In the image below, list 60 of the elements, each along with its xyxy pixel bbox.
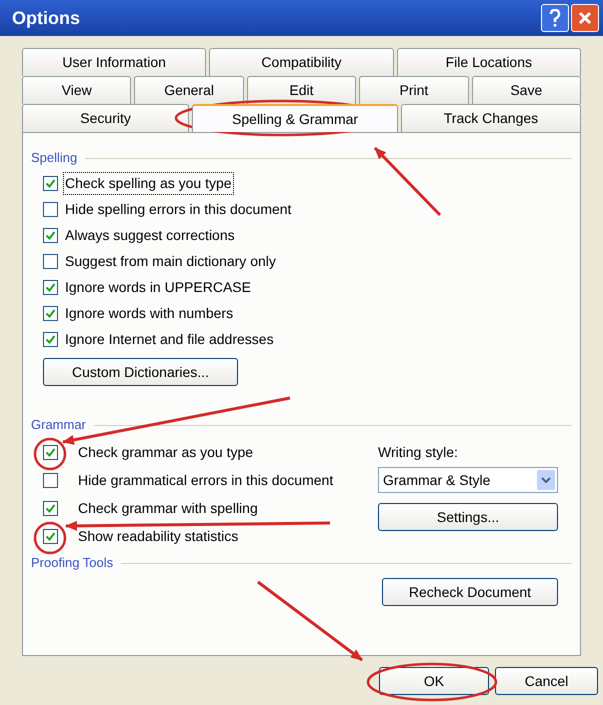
dialog-button[interactable]: Recheck Document — [382, 578, 558, 606]
tab[interactable]: Print — [359, 76, 469, 104]
checkbox[interactable] — [43, 306, 58, 320]
dialog-button[interactable]: Settings... — [378, 503, 558, 531]
checkbox-label[interactable]: Suggest from main dictionary only — [63, 250, 278, 272]
checkbox-label[interactable]: Check grammar as you type — [76, 440, 256, 464]
checkbox[interactable] — [43, 444, 58, 460]
close-button[interactable] — [571, 4, 599, 32]
checkmark-icon — [45, 502, 56, 514]
tab[interactable]: Compatibility — [209, 48, 394, 76]
checkbox[interactable] — [43, 528, 58, 544]
help-icon — [549, 9, 561, 27]
tab[interactable]: General — [134, 76, 244, 104]
section-heading: Spelling — [31, 149, 78, 168]
tab[interactable]: Spelling & Grammar — [192, 104, 398, 132]
checkmark-icon — [45, 282, 56, 292]
close-icon — [578, 11, 592, 25]
tab[interactable]: User Information — [22, 48, 206, 76]
checkmark-icon — [45, 178, 56, 188]
section-heading: Proofing Tools — [31, 554, 114, 572]
checkbox-label[interactable]: Always suggest corrections — [63, 224, 237, 246]
checkbox-label[interactable]: Hide grammatical errors in this document — [76, 468, 336, 492]
checkmark-icon — [45, 530, 56, 542]
checkbox-label[interactable]: Show readability statistics — [76, 524, 240, 548]
writing-style-dropdown[interactable]: Grammar & Style — [378, 467, 558, 493]
dialog-button[interactable]: Cancel — [495, 667, 598, 695]
field-label: Writing style: — [378, 443, 459, 462]
tab[interactable]: Security — [22, 104, 190, 132]
checkmark-icon — [45, 230, 56, 240]
checkbox[interactable] — [43, 254, 58, 268]
checkbox-label[interactable]: Ignore words with numbers — [63, 302, 236, 324]
checkmark-icon — [45, 446, 56, 458]
annotation-arrow — [374, 146, 442, 216]
window-title: Options — [12, 6, 81, 30]
checkbox[interactable] — [43, 332, 58, 346]
checkbox[interactable] — [43, 280, 58, 294]
checkbox-label[interactable]: Hide spelling errors in this document — [63, 198, 294, 220]
tab[interactable]: Save — [472, 76, 581, 104]
dialog-button[interactable]: Custom Dictionaries... — [43, 358, 238, 386]
checkbox[interactable] — [43, 500, 58, 516]
checkbox[interactable] — [43, 228, 58, 242]
annotation-circle — [34, 438, 66, 470]
tab[interactable]: File Locations — [396, 48, 581, 76]
checkbox-label[interactable]: Ignore Internet and file addresses — [63, 328, 276, 350]
help-button[interactable] — [541, 4, 569, 32]
checkbox[interactable] — [43, 472, 58, 488]
annotation-circle — [34, 522, 66, 554]
checkbox-label[interactable]: Check grammar with spelling — [76, 496, 260, 520]
chevron-down-icon — [537, 470, 555, 490]
checkbox-label[interactable]: Check spelling as you type — [63, 172, 234, 194]
checkmark-icon — [45, 308, 56, 318]
checkmark-icon — [45, 334, 56, 344]
tab[interactable]: Edit — [246, 76, 356, 104]
tab[interactable]: View — [22, 76, 132, 104]
tab[interactable]: Track Changes — [400, 104, 581, 132]
section-heading: Grammar — [31, 416, 86, 434]
checkbox-label[interactable]: Ignore words in UPPERCASE — [63, 276, 253, 298]
checkbox[interactable] — [43, 176, 58, 190]
checkbox[interactable] — [43, 202, 58, 216]
dialog-button[interactable]: OK — [379, 667, 489, 695]
